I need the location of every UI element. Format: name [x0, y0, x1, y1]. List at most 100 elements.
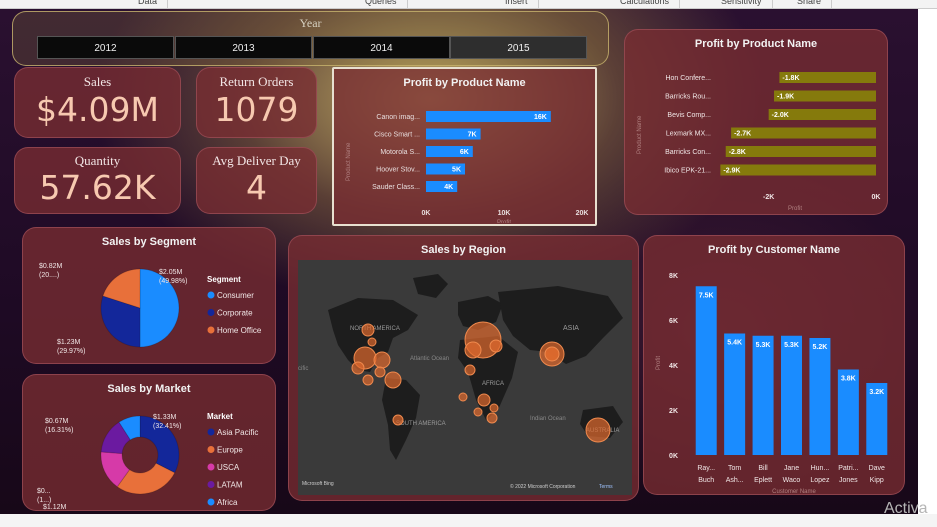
- legend-item: USCA: [217, 463, 240, 472]
- bubble[interactable]: [362, 374, 374, 386]
- y-tick-label: 8K: [669, 273, 678, 280]
- market-card[interactable]: Sales by Market $1.33M(32.41%)$1.12M(27.…: [22, 374, 276, 511]
- data-label-percent: (16.31%): [45, 427, 73, 434]
- kpi-value: 1079: [214, 90, 299, 129]
- kpi-value: 4: [246, 168, 267, 207]
- bar: [752, 335, 774, 455]
- x-tick-label: Hun...: [811, 465, 830, 472]
- data-label: 5.3K: [756, 342, 771, 349]
- bar: [695, 286, 717, 455]
- kpi-card-quantity[interactable]: Quantity 57.62K: [14, 147, 181, 214]
- x-tick-label: 10K: [498, 210, 511, 217]
- region-map-card[interactable]: Sales by Region NORTH AMERICA SOUTH AMER…: [288, 235, 639, 501]
- data-label: 7.5K: [699, 292, 714, 299]
- bubble[interactable]: [486, 412, 498, 424]
- map-label-asia: ASIA: [563, 325, 579, 332]
- data-label: 5.4K: [727, 340, 742, 347]
- customer-card[interactable]: Profit by Customer Name 0K 2K 4K 6K 8K Profit…: [643, 235, 905, 495]
- x-tick-label: Buch: [698, 477, 714, 484]
- x-tick-label: Ray...: [697, 465, 715, 472]
- data-label-percent: (29.97%): [57, 348, 85, 355]
- bubble[interactable]: [351, 361, 365, 375]
- chart-title: Profit by Product Name: [694, 38, 818, 50]
- data-label: 3.8K: [841, 376, 856, 383]
- x-tick-label: Dave: [869, 465, 885, 472]
- y-tick-label: Hoover Stov...: [376, 167, 420, 174]
- segment-card[interactable]: Sales by Segment $2.05M (49.98%) $1.23M (29…: [22, 227, 276, 364]
- legend-marker: [207, 463, 215, 471]
- region-map[interactable]: NORTH AMERICA SOUTH AMERICA AFRICA ASIA …: [298, 260, 632, 495]
- menu-share[interactable]: Share: [787, 0, 833, 8]
- data-label: -1.9K: [777, 94, 794, 101]
- bar: [426, 111, 551, 122]
- x-axis-title: Profit: [497, 220, 511, 223]
- menu-queries[interactable]: Queries: [355, 0, 408, 8]
- bubble[interactable]: [473, 407, 483, 417]
- profit-top-chart: Canon imag... 16K Cisco Smart ... 7K Motorol…: [346, 111, 588, 223]
- map-label-north-america: NORTH AMERICA: [350, 326, 400, 332]
- data-label: -2.7K: [734, 131, 751, 138]
- menu-data[interactable]: Data: [128, 0, 169, 8]
- menu-calculations[interactable]: Calculations: [610, 0, 681, 8]
- bubble[interactable]: [374, 366, 386, 378]
- segment-chart: $2.05M (49.98%) $1.23M (29.97%) $0.82M (20...…: [39, 263, 262, 355]
- x-axis-title: Profit: [788, 206, 802, 212]
- kpi-card-avg-deliver-day[interactable]: Avg Deliver Day 4: [196, 147, 317, 214]
- bubble[interactable]: [585, 417, 611, 443]
- y-axis-title: Product Name: [637, 115, 643, 154]
- kpi-card-sales[interactable]: Sales $4.09M: [14, 67, 181, 138]
- bubble[interactable]: [544, 346, 560, 362]
- x-tick-label: Lopez: [810, 477, 830, 484]
- data-label-percent: (32.41%): [153, 423, 181, 430]
- bubble[interactable]: [373, 351, 391, 369]
- x-tick-label: Eplett: [754, 477, 772, 484]
- data-label: 16K: [534, 114, 547, 121]
- y-axis-title: Product Name: [346, 142, 352, 181]
- profit-bottom-card[interactable]: Profit by Product Name Hon Confere... -1.…: [624, 29, 888, 215]
- ribbon-menu-bar: Data Queries Insert Calculations Sensiti…: [0, 0, 937, 9]
- year-button-2014[interactable]: 2014: [313, 36, 450, 59]
- data-label-value: $2.05M: [159, 269, 183, 276]
- menu-insert[interactable]: Insert: [495, 0, 539, 8]
- bubble[interactable]: [361, 323, 375, 337]
- y-axis-title: Profit: [656, 356, 662, 370]
- data-label-value: $0.67M: [45, 418, 69, 425]
- y-tick-label: 2K: [669, 408, 678, 415]
- data-label-value: $0...: [37, 488, 51, 495]
- x-tick-label: Patri...: [838, 465, 858, 472]
- x-tick-label: Tom: [728, 465, 741, 472]
- y-tick-label: Lexmark MX...: [666, 131, 711, 138]
- bubble[interactable]: [392, 414, 404, 426]
- bar: [725, 146, 876, 157]
- bubble[interactable]: [464, 341, 482, 359]
- map-terms-link[interactable]: Terms: [599, 484, 613, 490]
- y-tick-label: 0K: [669, 453, 678, 460]
- bubble[interactable]: [489, 339, 503, 353]
- bubble[interactable]: [489, 403, 499, 413]
- bar: [781, 335, 802, 455]
- menu-sensitivity[interactable]: Sensitivity: [711, 0, 773, 8]
- map-label-south-america: SOUTH AMERICA: [396, 421, 446, 427]
- y-tick-label: Barricks Rou...: [665, 94, 711, 101]
- x-tick-label: Jane: [784, 465, 799, 472]
- bubble[interactable]: [464, 364, 476, 376]
- year-button-2015[interactable]: 2015: [450, 36, 587, 59]
- data-label: -2.9K: [723, 168, 740, 175]
- bottom-strip: [0, 514, 937, 527]
- bubble[interactable]: [477, 393, 491, 407]
- map-label-africa: AFRICA: [482, 381, 504, 387]
- profit-top-card[interactable]: Profit by Product Name Canon imag... 16K C…: [332, 67, 597, 226]
- bubble[interactable]: [384, 371, 402, 389]
- year-button-2012[interactable]: 2012: [37, 36, 174, 59]
- x-tick-label: Jones: [839, 477, 858, 484]
- legend-item: Africa: [217, 498, 238, 507]
- data-label: -2.8K: [729, 149, 746, 156]
- bubble[interactable]: [458, 392, 468, 402]
- bar: [720, 164, 876, 176]
- bar: [724, 333, 746, 455]
- legend-item: Europe: [217, 446, 243, 455]
- year-button-2013[interactable]: 2013: [175, 36, 312, 59]
- bubble[interactable]: [367, 337, 377, 347]
- x-tick-label: -2K: [763, 194, 774, 201]
- kpi-card-return-orders[interactable]: Return Orders 1079: [196, 67, 317, 138]
